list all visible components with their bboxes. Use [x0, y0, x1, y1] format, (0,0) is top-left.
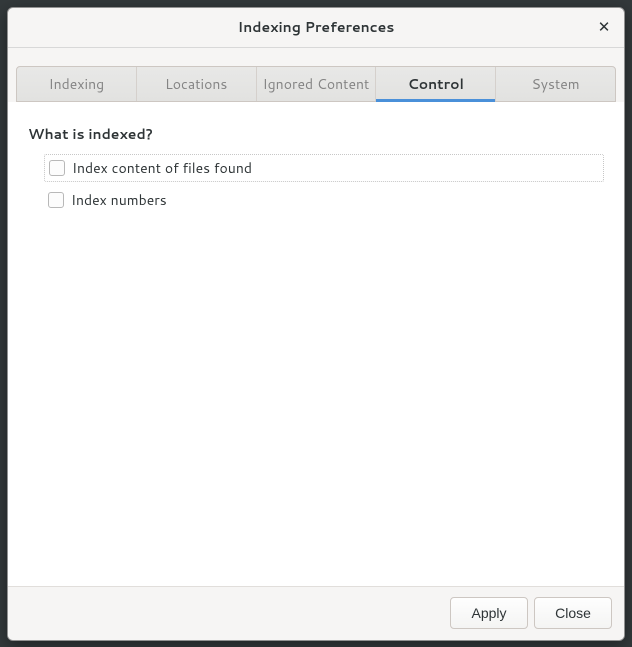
tab-ignored-content[interactable]: Ignored Content: [256, 67, 376, 101]
section-heading: What is indexed?: [28, 124, 604, 144]
indexing-preferences-dialog: Indexing Preferences ✕ Indexing Location…: [7, 7, 625, 641]
checkbox-label: Index content of files found: [72, 158, 252, 178]
option-index-content-row[interactable]: Index content of files found: [45, 155, 603, 181]
button-bar: Apply Close: [8, 586, 624, 640]
tab-indexing[interactable]: Indexing: [17, 67, 136, 101]
tab-label: System: [531, 74, 579, 94]
apply-button[interactable]: Apply: [450, 597, 528, 629]
tab-label: Control: [408, 74, 464, 94]
dialog-title: Indexing Preferences: [8, 17, 624, 37]
tab-system[interactable]: System: [495, 67, 615, 101]
option-index-numbers-row[interactable]: Index numbers: [44, 187, 604, 213]
tab-label: Locations: [165, 74, 227, 94]
checkbox-label: Index numbers: [71, 190, 167, 210]
tab-bar: Indexing Locations Ignored Content Contr…: [16, 66, 616, 102]
tab-label: Indexing: [49, 74, 105, 94]
titlebar: Indexing Preferences ✕: [8, 8, 624, 48]
close-icon[interactable]: ✕: [592, 15, 616, 39]
tab-locations[interactable]: Locations: [136, 67, 256, 101]
tab-control[interactable]: Control: [375, 67, 495, 101]
content-area: What is indexed? Index content of files …: [8, 102, 624, 586]
close-button[interactable]: Close: [534, 597, 612, 629]
checkbox-index-numbers[interactable]: [48, 192, 64, 208]
checkbox-index-content[interactable]: [49, 160, 65, 176]
tab-label: Ignored Content: [263, 74, 370, 94]
option-frame: Index content of files found: [44, 154, 604, 182]
